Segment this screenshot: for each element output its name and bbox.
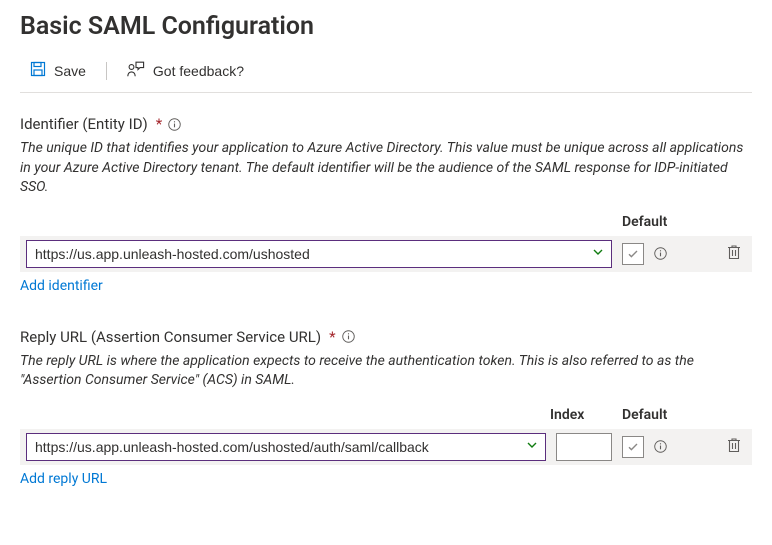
required-asterisk: * <box>156 115 162 133</box>
info-icon[interactable] <box>654 247 667 260</box>
page-title: Basic SAML Configuration <box>20 12 752 41</box>
reply-url-input-wrapper <box>26 433 546 461</box>
person-feedback-icon <box>127 61 145 80</box>
identifier-input[interactable] <box>26 240 612 268</box>
reply-url-default-checkbox[interactable] <box>622 436 644 458</box>
reply-url-input[interactable] <box>26 433 546 461</box>
info-icon[interactable] <box>654 440 667 453</box>
feedback-label: Got feedback? <box>153 63 244 79</box>
reply-url-column-headers: Index Default <box>20 407 752 423</box>
reply-url-row <box>20 429 752 465</box>
reply-url-section: Reply URL (Assertion Consumer Service UR… <box>20 328 752 487</box>
col-header-index: Index <box>550 407 616 423</box>
col-header-default: Default <box>616 214 752 230</box>
save-label: Save <box>54 63 86 79</box>
toolbar-divider <box>20 92 752 93</box>
identifier-help-text: The unique ID that identifies your appli… <box>20 139 752 198</box>
delete-icon[interactable] <box>727 437 741 457</box>
got-feedback-button[interactable]: Got feedback? <box>117 57 254 84</box>
identifier-default-checkbox[interactable] <box>622 243 644 265</box>
info-icon[interactable] <box>342 330 355 343</box>
reply-url-label-text: Reply URL (Assertion Consumer Service UR… <box>20 328 321 346</box>
identifier-label-text: Identifier (Entity ID) <box>20 115 148 133</box>
add-reply-url-link[interactable]: Add reply URL <box>20 471 107 487</box>
required-asterisk: * <box>329 328 335 346</box>
col-header-default: Default <box>616 407 752 423</box>
reply-url-index-input[interactable] <box>556 433 612 461</box>
identifier-column-headers: Default <box>20 214 752 230</box>
identifier-label: Identifier (Entity ID) * <box>20 115 752 133</box>
save-icon <box>30 61 46 80</box>
identifier-section: Identifier (Entity ID) * The unique ID t… <box>20 115 752 294</box>
identifier-row <box>20 236 752 272</box>
reply-url-label: Reply URL (Assertion Consumer Service UR… <box>20 328 752 346</box>
info-icon[interactable] <box>168 118 181 131</box>
reply-url-help-text: The reply URL is where the application e… <box>20 352 752 391</box>
identifier-input-wrapper <box>26 240 612 268</box>
command-bar: Save Got feedback? <box>20 57 752 84</box>
delete-icon[interactable] <box>727 244 741 264</box>
add-identifier-link[interactable]: Add identifier <box>20 278 103 294</box>
toolbar-separator <box>106 62 107 80</box>
save-button[interactable]: Save <box>20 57 96 84</box>
